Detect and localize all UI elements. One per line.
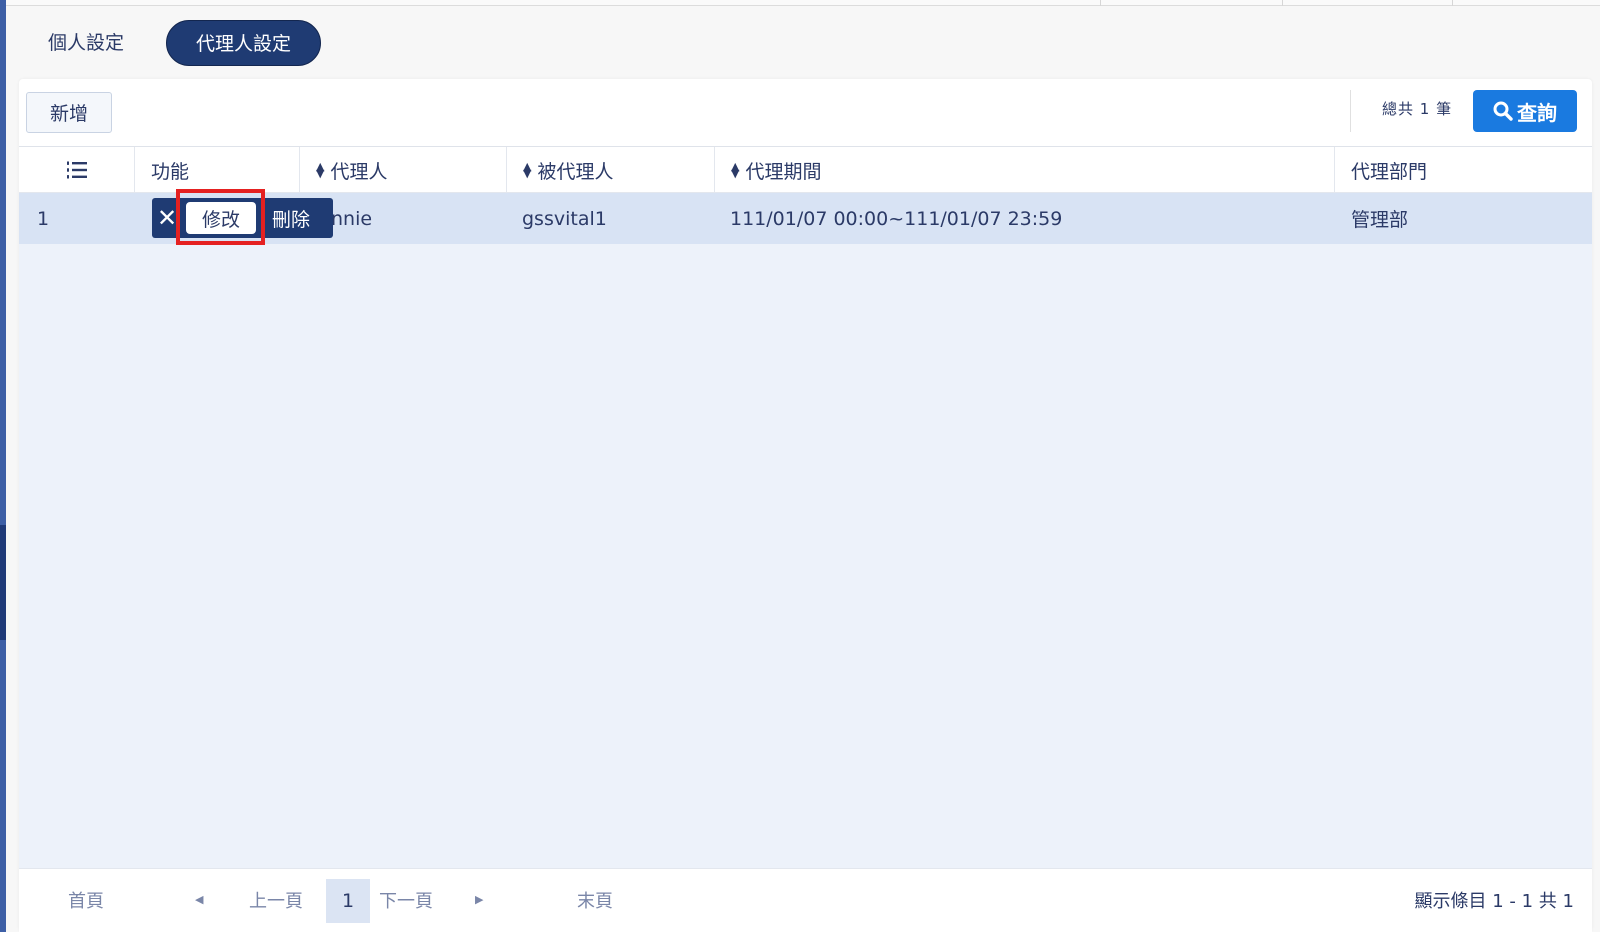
agent-settings-panel: 新增 總共 1 筆 查詢 功能 ▲ ▼ 代理人 ▲ ▼ 被代理人 ▲ ▼ 代理期… [19,79,1592,932]
principal-cell: gssvital1 [522,207,607,230]
column-header-label: 代理人 [330,160,388,183]
tab-personal-settings[interactable]: 個人設定 [28,20,144,66]
query-button-label: 查詢 [1517,100,1557,125]
column-header-department: 代理部門 [1335,147,1592,193]
top-bar [6,0,1600,6]
settings-tabs: 個人設定 代理人設定 [28,20,322,66]
query-button[interactable]: 查詢 [1473,90,1577,132]
column-header-label: 代理期間 [745,160,822,183]
table-header: 功能 ▲ ▼ 代理人 ▲ ▼ 被代理人 ▲ ▼ 代理期間 代理部門 [19,147,1592,193]
column-header-label: 功能 [151,160,190,183]
top-bar-divider [1100,0,1101,6]
sort-icon: ▲ ▼ [316,160,325,180]
column-header-period[interactable]: ▲ ▼ 代理期間 [715,147,1335,193]
sort-icon: ▲ ▼ [731,160,740,180]
delete-button[interactable]: 刪除 [272,205,310,232]
edit-button[interactable]: 修改 [186,202,256,234]
current-page-number[interactable]: 1 [326,879,370,923]
agent-cell: nnie [331,207,373,230]
period-cell: 111/01/07 00:00~111/01/07 23:59 [730,207,1063,230]
sort-icon: ▲ ▼ [523,160,532,180]
first-page-button[interactable]: 首頁 [68,887,104,913]
pagination-info: 顯示條目 1 - 1 共 1 [1414,891,1574,912]
column-header-principal[interactable]: ▲ ▼ 被代理人 [507,147,715,193]
row-action-menu: ✕ 修改 刪除 [152,198,333,238]
toolbar-divider [1350,90,1351,132]
column-header-label: 被代理人 [537,160,614,183]
table-row[interactable]: 1 nnie gssvital1 111/01/07 00:00~111/01/… [19,189,1592,245]
next-arrow-icon[interactable]: ▶ [475,893,483,906]
left-sidebar-strip [0,0,6,932]
next-page-button[interactable]: 下一頁 [379,887,433,913]
table-body: 1 nnie gssvital1 111/01/07 00:00~111/01/… [19,189,1592,869]
last-page-button[interactable]: 末頁 [577,887,613,913]
total-count: 總共 1 筆 [1382,100,1453,118]
prev-page-button[interactable]: 上一頁 [249,887,303,913]
list-numbered-icon [66,161,87,179]
column-header-agent[interactable]: ▲ ▼ 代理人 [300,147,507,193]
column-header-function: 功能 [135,147,300,193]
department-cell: 管理部 [1351,209,1409,231]
column-header-row-number[interactable] [19,147,135,193]
search-icon [1493,101,1513,121]
top-bar-divider [1452,0,1453,6]
row-number: 1 [37,207,50,230]
left-sidebar-strip-active [0,525,6,640]
prev-arrow-icon[interactable]: ◀ [195,893,203,906]
column-header-label: 代理部門 [1351,160,1428,183]
close-icon[interactable]: ✕ [152,199,182,237]
top-bar-divider [1282,0,1283,6]
add-button[interactable]: 新增 [26,92,112,133]
agent-table: 功能 ▲ ▼ 代理人 ▲ ▼ 被代理人 ▲ ▼ 代理期間 代理部門 1 nnie g [19,146,1592,869]
toolbar: 新增 總共 1 筆 查詢 [19,79,1592,148]
pagination: 首頁 ◀ 上一頁 1 下一頁 ▶ 末頁 顯示條目 1 - 1 共 1 [19,868,1592,932]
tab-agent-settings[interactable]: 代理人設定 [166,20,322,66]
